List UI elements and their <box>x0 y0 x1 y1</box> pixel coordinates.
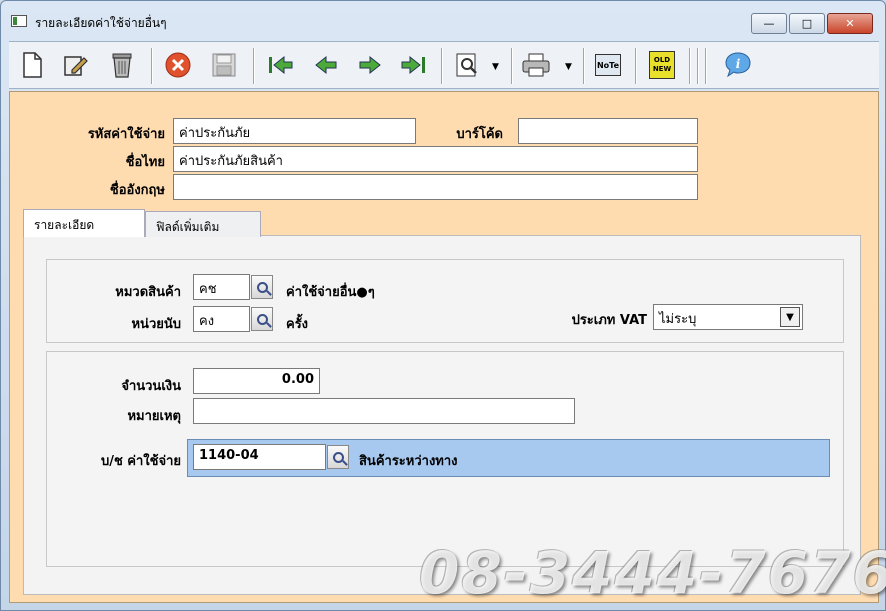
print-dropdown-icon[interactable]: ▼ <box>565 62 572 72</box>
toolbar-separator <box>689 48 691 84</box>
toolbar-separator <box>441 48 443 84</box>
vat-type-label: ประเภท VAT <box>571 313 647 328</box>
category-name: ค่าใช้จ่ายอื่น●ๆ <box>286 285 375 300</box>
category-lookup-button[interactable] <box>251 275 273 299</box>
search-icon[interactable] <box>453 50 483 80</box>
note-label: NoTe <box>595 54 621 76</box>
info-icon[interactable]: i <box>723 50 753 80</box>
first-record-icon[interactable] <box>265 50 295 80</box>
toolbar-separator <box>511 48 513 84</box>
toolbar: ▼ ▼ NoTe OLD NEW i <box>9 41 879 89</box>
toolbar-separator <box>635 48 637 84</box>
close-button[interactable]: ✕ <box>827 13 873 34</box>
code-input[interactable]: ค่าประกันภัย <box>173 118 416 144</box>
thai-name-input[interactable]: ค่าประกันภัยสินค้า <box>173 146 698 172</box>
maximize-button[interactable]: □ <box>789 13 825 34</box>
print-icon[interactable] <box>521 50 551 80</box>
note-icon[interactable]: NoTe <box>593 50 623 80</box>
expense-account-name: สินค้าระหว่างทาง <box>359 454 458 469</box>
barcode-label: บาร์โค้ด <box>456 127 503 142</box>
code-label: รหัสค่าใช้จ่าย <box>87 127 165 142</box>
note-field-label: หมายเหตุ <box>127 409 181 424</box>
unit-label: หน่วยนับ <box>131 317 181 332</box>
thai-name-label: ชื่อไทย <box>125 155 165 170</box>
category-code-input[interactable]: คช <box>193 274 250 300</box>
title-bar[interactable]: รายละเอียดค่าใช้จ่ายอื่นๆ — □ ✕ <box>1 1 885 37</box>
save-icon[interactable] <box>209 50 239 80</box>
minimize-button[interactable]: — <box>751 13 787 34</box>
tab-extra-fields[interactable]: ฟิลด์เพิ่มเติม <box>145 211 261 237</box>
app-icon <box>11 15 27 27</box>
amount-label: จำนวนเงิน <box>121 379 181 394</box>
magnifier-icon <box>332 451 344 463</box>
expense-account-label: บ/ช ค่าใช้จ่าย <box>100 454 181 469</box>
window-title: รายละเอียดค่าใช้จ่ายอื่นๆ <box>35 16 167 30</box>
new-doc-icon[interactable] <box>17 50 47 80</box>
toolbar-separator <box>253 48 255 84</box>
expense-account-lookup-button[interactable] <box>327 445 349 469</box>
chevron-down-icon[interactable]: ▼ <box>780 307 800 327</box>
magnifier-icon <box>256 313 268 325</box>
toolbar-separator <box>151 48 153 84</box>
magnifier-icon <box>256 281 268 293</box>
delete-icon[interactable] <box>107 50 137 80</box>
search-dropdown-icon[interactable]: ▼ <box>492 62 499 72</box>
toolbar-separator <box>705 48 707 84</box>
old-new-label: OLD NEW <box>649 51 675 79</box>
prev-record-icon[interactable] <box>311 50 341 80</box>
note-input[interactable] <box>193 398 575 424</box>
cancel-icon[interactable] <box>163 50 193 80</box>
english-name-label: ชื่ออังกฤษ <box>109 183 165 198</box>
english-name-input[interactable] <box>173 174 698 200</box>
expense-account-code-input[interactable]: 1140-04 <box>193 444 326 470</box>
last-record-icon[interactable] <box>399 50 429 80</box>
unit-code-input[interactable]: คง <box>193 306 250 332</box>
next-record-icon[interactable] <box>355 50 385 80</box>
unit-name: ครั้ง <box>286 317 309 332</box>
svg-text:i: i <box>736 57 741 71</box>
toolbar-separator <box>583 48 585 84</box>
amount-input[interactable]: 0.00 <box>193 368 320 394</box>
tab-details[interactable]: รายละเอียด <box>23 209 145 237</box>
unit-lookup-button[interactable] <box>251 307 273 331</box>
old-new-icon[interactable]: OLD NEW <box>647 50 677 80</box>
phone-watermark: 08-3444-7676 <box>419 539 886 607</box>
main-window: รายละเอียดค่าใช้จ่ายอื่นๆ — □ ✕ ▼ ▼ NoTe… <box>0 0 886 611</box>
barcode-input[interactable] <box>518 118 698 144</box>
edit-icon[interactable] <box>61 50 91 80</box>
toolbar-separator <box>697 48 699 84</box>
category-label: หมวดสินค้า <box>115 285 181 300</box>
